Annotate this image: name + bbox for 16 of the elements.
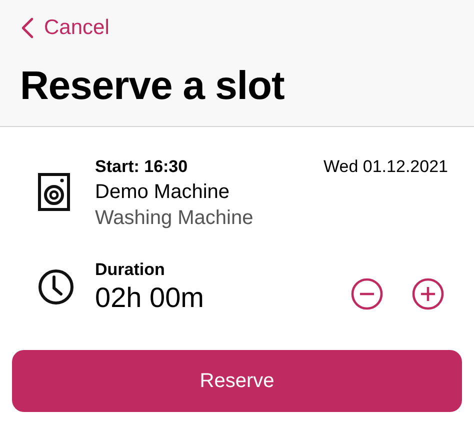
duration-value: 02h 00m bbox=[95, 282, 205, 314]
clock-icon bbox=[38, 269, 74, 305]
minus-icon bbox=[351, 278, 383, 310]
date-label: Wed 01.12.2021 bbox=[324, 157, 448, 177]
chevron-left-icon bbox=[20, 17, 34, 39]
start-time: Start: 16:30 bbox=[95, 157, 189, 177]
machine-type: Washing Machine bbox=[95, 207, 254, 230]
back-button[interactable]: Cancel bbox=[20, 16, 110, 40]
machine-name: Demo Machine bbox=[95, 181, 231, 204]
plus-icon bbox=[412, 278, 444, 310]
duration-label: Duration bbox=[95, 260, 166, 280]
washing-machine-icon bbox=[38, 173, 70, 211]
decrease-button[interactable] bbox=[351, 278, 383, 310]
page-title: Reserve a slot bbox=[20, 64, 286, 109]
increase-button[interactable] bbox=[412, 278, 444, 310]
reserve-button[interactable]: Reserve bbox=[12, 350, 462, 412]
